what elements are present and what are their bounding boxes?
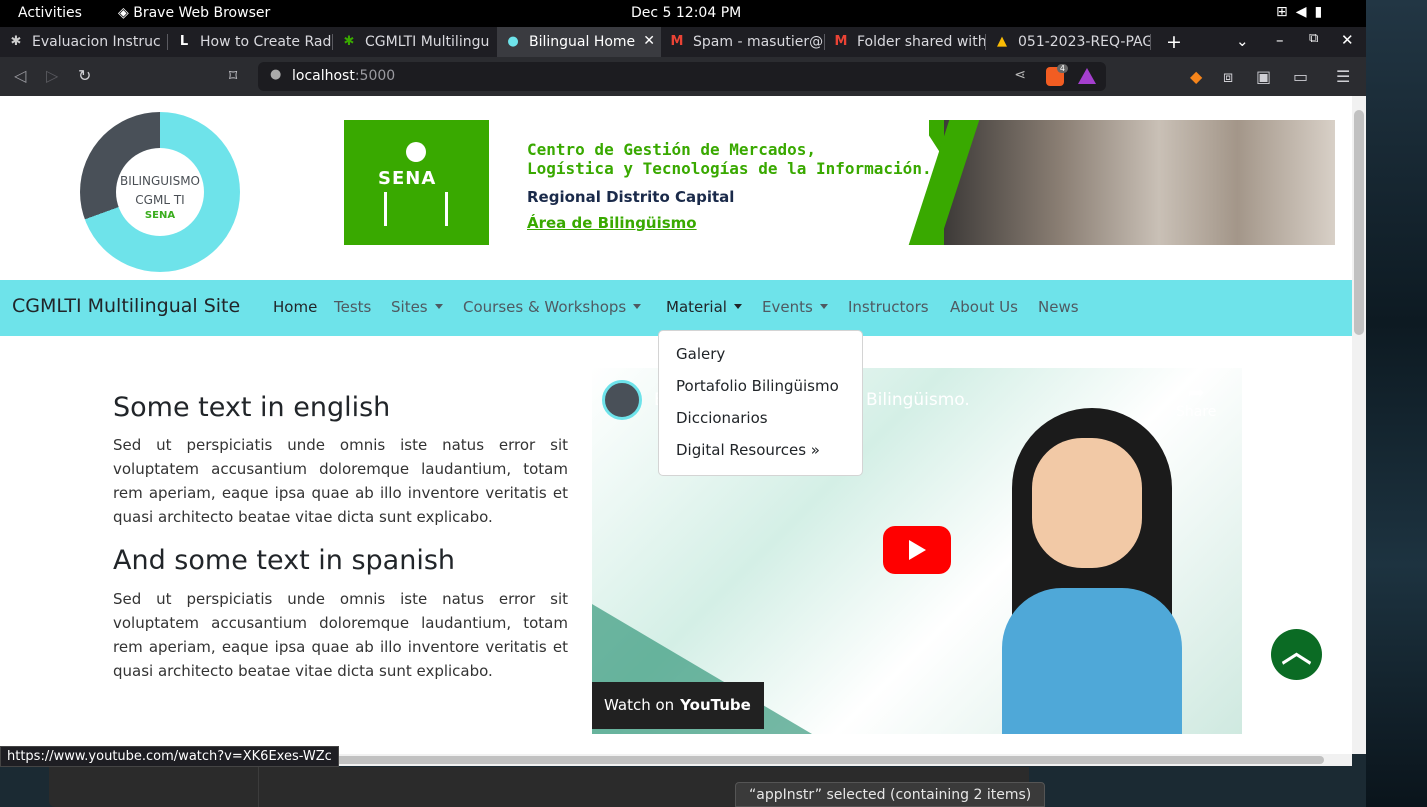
metamask-icon[interactable]: ◆ bbox=[1190, 67, 1202, 86]
share-button[interactable]: ➦ Share bbox=[1176, 380, 1216, 420]
page-viewport: BILINGUISMO CGML TI SENA SENA Centro de Ge… bbox=[0, 96, 1352, 754]
wallet-icon[interactable]: ▭ bbox=[1293, 67, 1308, 86]
watch-on-youtube-button[interactable]: Watch on YouTube bbox=[592, 682, 764, 729]
tab-cgmlti[interactable]: ✱ CGMLTI Multilingu bbox=[333, 27, 497, 57]
nav-courses-workshops[interactable]: Courses & Workshops bbox=[463, 298, 642, 316]
browser-toolbar: ◁ ▷ ↻ ⌑ ● localhost:5000 ⋖ 4 ◆ ⧈ ▣ ▭ ☰ bbox=[0, 57, 1366, 96]
extensions-icon[interactable]: ⧈ bbox=[1223, 67, 1233, 87]
nav-instructors[interactable]: Instructors bbox=[848, 298, 929, 316]
url-text[interactable]: localhost:5000 bbox=[292, 68, 395, 84]
chevron-up-icon: ︿ bbox=[1281, 635, 1312, 670]
reload-icon[interactable]: ↻ bbox=[78, 66, 91, 85]
site-brand[interactable]: CGMLTI Multilingual Site bbox=[12, 295, 240, 317]
nav-home[interactable]: Home bbox=[273, 298, 317, 316]
bookmark-icon[interactable]: ⌑ bbox=[229, 66, 237, 85]
tab-spam[interactable]: M Spam - masutier@ bbox=[661, 27, 824, 57]
caret-down-icon bbox=[733, 304, 742, 309]
caret-down-icon bbox=[819, 304, 828, 309]
banner-line-3: Regional Distrito Capital bbox=[527, 188, 735, 206]
paragraph-spanish: Sed ut perspiciatis unde omnis iste natu… bbox=[113, 590, 568, 680]
dropdown-item-portafolio[interactable]: Portafolio Bilingüismo bbox=[676, 377, 839, 395]
new-tab-button[interactable]: + bbox=[1166, 31, 1182, 53]
activities-button[interactable]: Activities bbox=[18, 5, 82, 21]
volume-icon: ◀ bbox=[1295, 4, 1315, 20]
tab-folder-shared[interactable]: M Folder shared with bbox=[825, 27, 985, 57]
caret-down-icon bbox=[633, 304, 642, 309]
tab-evaluacion[interactable]: ✱ Evaluacion Instruc bbox=[0, 27, 167, 57]
sena-logo-text: SENA bbox=[378, 168, 437, 189]
gmail-icon: M bbox=[834, 34, 848, 49]
video-thumbnail-character bbox=[1002, 408, 1182, 734]
l-letter-icon: L bbox=[179, 34, 189, 49]
system-tray[interactable]: ⊞◀▮ bbox=[1276, 4, 1330, 20]
sidebar-icon[interactable]: ▣ bbox=[1256, 67, 1271, 86]
battery-icon: ▮ bbox=[1314, 4, 1331, 20]
app-menu[interactable]: ◈ Brave Web Browser bbox=[118, 5, 270, 21]
selection-status: “appInstr” selected (containing 2 items) bbox=[735, 782, 1046, 807]
forward-icon[interactable]: ▷ bbox=[46, 66, 58, 85]
heading-english: Some text in english bbox=[113, 392, 391, 423]
back-icon[interactable]: ◁ bbox=[14, 66, 26, 85]
tab-how-to-create[interactable]: L How to Create Rad bbox=[168, 27, 332, 57]
site-icon: ● bbox=[507, 34, 519, 49]
tab-list-chevron-down-icon[interactable]: ⌄ bbox=[1236, 32, 1249, 50]
brave-icon: ◈ bbox=[118, 5, 129, 21]
tab-051-2023[interactable]: ▲ 051-2023-REQ-PAG bbox=[986, 27, 1150, 57]
dropdown-item-diccionarios[interactable]: Diccionarios bbox=[676, 409, 768, 427]
video-title-end[interactable]: Bilingüismo. bbox=[866, 390, 970, 410]
close-tab-icon[interactable]: ✕ bbox=[643, 33, 655, 49]
nav-sites[interactable]: Sites bbox=[391, 298, 443, 316]
share-icon[interactable]: ⋖ bbox=[1014, 67, 1026, 83]
leaf-icon: ✱ bbox=[343, 34, 355, 49]
nav-material[interactable]: Material bbox=[666, 298, 742, 316]
play-button[interactable] bbox=[883, 526, 951, 574]
system-top-bar: Activities ◈ Brave Web Browser Dec 5 12:… bbox=[0, 0, 1366, 27]
info-icon[interactable]: ● bbox=[270, 67, 281, 82]
banner-photo bbox=[944, 120, 1335, 245]
back-to-top-button[interactable]: ︿ bbox=[1271, 629, 1322, 680]
sena-icon: ✱ bbox=[10, 34, 22, 49]
network-icon: ⊞ bbox=[1276, 4, 1296, 20]
site-navbar: CGMLTI Multilingual Site Home Tests Site… bbox=[0, 280, 1352, 336]
caret-down-icon bbox=[434, 304, 443, 309]
material-dropdown: Galery Portafolio Bilingüismo Diccionari… bbox=[658, 330, 863, 476]
minimize-button[interactable]: – bbox=[1276, 31, 1284, 49]
bilinguismo-logo[interactable]: BILINGUISMO CGML TI SENA bbox=[80, 112, 240, 272]
vertical-scrollbar[interactable] bbox=[1352, 96, 1366, 754]
brave-shields-icon[interactable]: 4 bbox=[1046, 64, 1068, 86]
banner-link-area[interactable]: Área de Bilingüismo bbox=[527, 214, 697, 232]
nav-events[interactable]: Events bbox=[762, 298, 828, 316]
menu-icon[interactable]: ☰ bbox=[1336, 67, 1350, 86]
heading-spanish: And some text in spanish bbox=[113, 545, 455, 576]
tab-bilingual-home[interactable]: ● Bilingual Home ✕ bbox=[497, 27, 661, 57]
banner-line-2: Logística y Tecnologías de la Informació… bbox=[527, 159, 932, 178]
sena-mini-logo: SENA bbox=[144, 210, 176, 221]
gmail-icon: M bbox=[670, 34, 684, 49]
dropdown-item-galery[interactable]: Galery bbox=[676, 345, 725, 363]
address-bar[interactable]: ● localhost:5000 ⋖ 4 bbox=[258, 62, 1106, 91]
nav-tests[interactable]: Tests bbox=[334, 298, 371, 316]
close-window-button[interactable]: ✕ bbox=[1341, 31, 1354, 49]
link-status-url: https://www.youtube.com/watch?v=XK6Exes-… bbox=[0, 746, 339, 767]
dropdown-item-digital-resources[interactable]: Digital Resources » bbox=[676, 441, 820, 459]
brave-rewards-icon[interactable] bbox=[1078, 68, 1096, 84]
youtube-logo: YouTube bbox=[680, 696, 751, 714]
tab-bar: ✱ Evaluacion Instruc L How to Create Rad ✱… bbox=[0, 27, 1366, 57]
clock[interactable]: Dec 5 12:04 PM bbox=[631, 5, 741, 21]
desktop-background bbox=[1366, 0, 1427, 807]
nav-news[interactable]: News bbox=[1038, 298, 1079, 316]
nav-about-us[interactable]: About Us bbox=[950, 298, 1018, 316]
channel-avatar[interactable] bbox=[602, 380, 642, 420]
banner-line-1: Centro de Gestión de Mercados, bbox=[527, 140, 816, 159]
maximize-button[interactable]: ⧉ bbox=[1309, 31, 1318, 46]
paragraph-english: Sed ut perspiciatis unde omnis iste natu… bbox=[113, 436, 568, 526]
share-arrow-icon: ➦ bbox=[1187, 380, 1205, 404]
sena-banner: SENA Centro de Gestión de Mercados, Logí… bbox=[344, 120, 1335, 245]
sena-logo-icon bbox=[406, 142, 426, 162]
drive-icon: ▲ bbox=[997, 34, 1007, 49]
